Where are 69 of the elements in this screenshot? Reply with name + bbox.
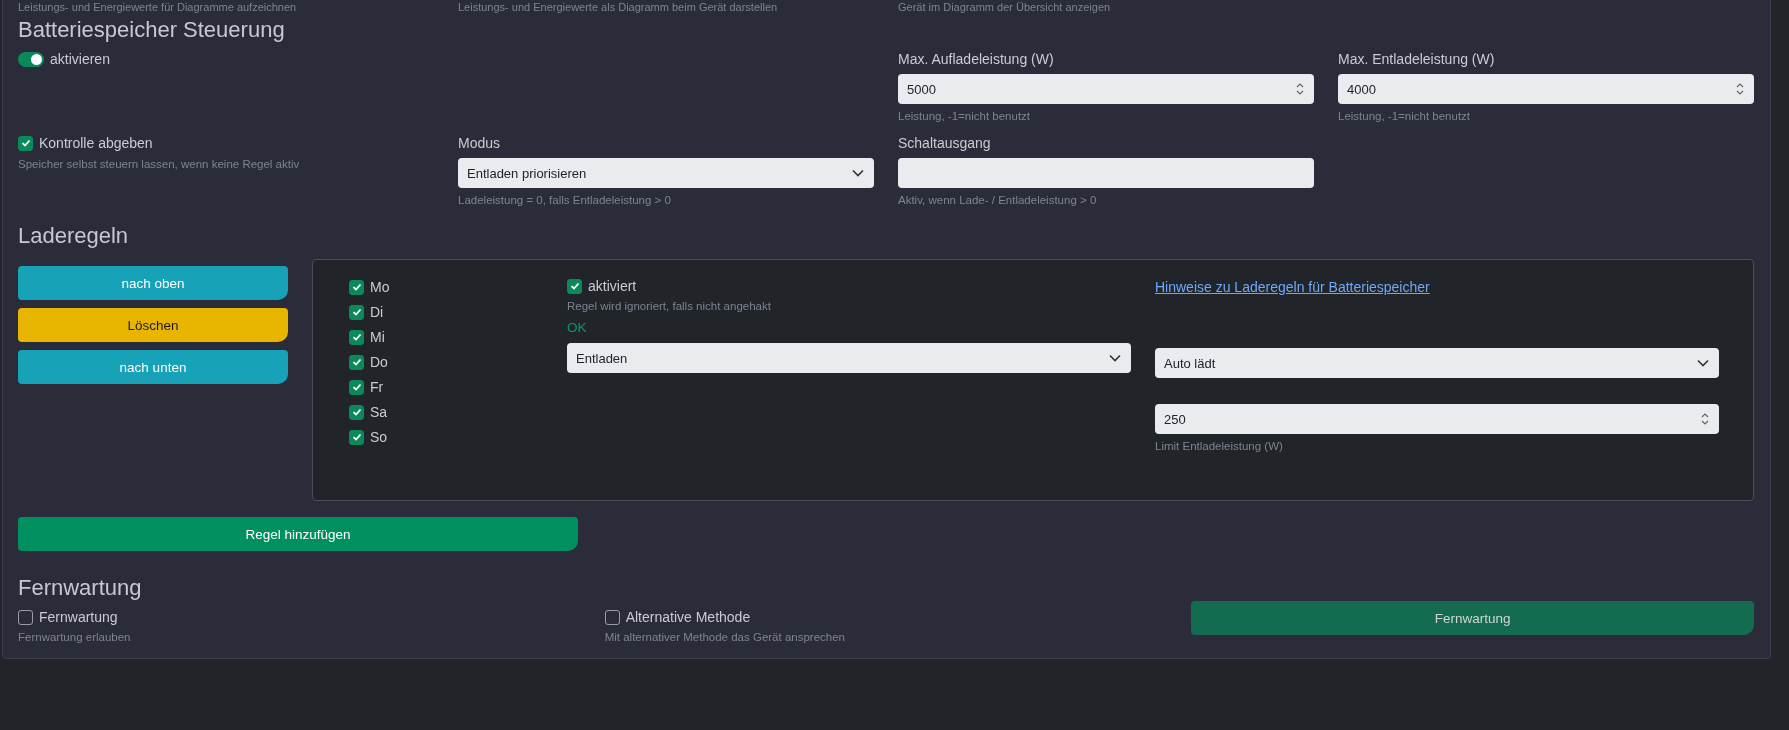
- hint-text: Gerät im Diagramm der Übersicht anzeigen: [898, 1, 1112, 14]
- spinner-arrows-icon: [1296, 82, 1304, 96]
- field-label: Schaltausgang: [898, 135, 992, 152]
- check-icon: [351, 357, 362, 367]
- toggle-switch[interactable]: [18, 51, 44, 67]
- checkbox[interactable]: [349, 404, 364, 420]
- hint-text: Aktiv, wenn Lade- / Entladeleistung > 0: [898, 193, 1098, 207]
- select-dropdown[interactable]: Auto lädt: [1155, 348, 1719, 378]
- chevron-down-icon: [1697, 359, 1709, 367]
- checkbox[interactable]: [349, 329, 364, 345]
- check-icon: [351, 332, 362, 342]
- number-input[interactable]: 5000: [898, 74, 1314, 104]
- day-label: So: [370, 429, 388, 445]
- chevron-down-icon: [852, 169, 864, 177]
- checkbox[interactable]: [604, 609, 620, 625]
- checkbox-label: Alternative Methode: [625, 609, 751, 625]
- check-icon: [351, 432, 362, 442]
- help-link[interactable]: Hinweise zu Laderegeln für Batteriespeicher: [1155, 279, 1430, 295]
- hint-text: Speicher selbst steuern lassen, wenn keine Regel aktiv: [18, 157, 301, 171]
- checkbox[interactable]: [567, 278, 582, 294]
- checkbox[interactable]: [349, 429, 364, 445]
- hint-text: Ladeleistung = 0, falls Entladeleistung > 0: [458, 193, 672, 207]
- check-icon: [351, 307, 362, 317]
- day-label: Sa: [370, 404, 388, 420]
- spinner-arrows-icon: [1701, 412, 1709, 426]
- number-input[interactable]: 4000: [1338, 74, 1754, 104]
- checkbox[interactable]: [18, 609, 33, 625]
- field-label: Max. Entladeleistung (W): [1338, 51, 1496, 68]
- hint-text: Leistungs- und Energiewerte für Diagramme aufzeichnen: [18, 1, 298, 14]
- section-heading: Laderegeln: [18, 223, 130, 249]
- delete-button[interactable]: Löschen: [18, 308, 288, 342]
- section-heading: Batteriespeicher Steuerung: [18, 17, 286, 43]
- check-icon: [569, 281, 580, 291]
- number-input[interactable]: 250: [1155, 404, 1719, 434]
- select-dropdown[interactable]: Entladen: [567, 343, 1131, 373]
- check-icon: [351, 382, 362, 392]
- status-text: OK: [567, 320, 588, 335]
- check-icon: [20, 138, 31, 148]
- field-label: Max. Aufladeleistung (W): [898, 51, 1055, 68]
- hint-text: Limit Entladeleistung (W): [1155, 439, 1284, 453]
- field-label: Modus: [458, 135, 502, 152]
- checkbox[interactable]: [18, 135, 33, 151]
- day-label: Di: [370, 304, 384, 320]
- hint-text: Leistungs- und Energiewerte als Diagramm beim Gerät darstellen: [458, 1, 779, 14]
- chevron-down-icon: [1109, 354, 1121, 362]
- checkbox[interactable]: [349, 279, 364, 295]
- section-heading: Fernwartung: [18, 575, 143, 601]
- spinner-arrows-icon: [1736, 82, 1744, 96]
- check-icon: [351, 282, 362, 292]
- hint-text: Regel wird ignoriert, falls nicht angehakt: [567, 299, 772, 313]
- day-label: Mo: [370, 279, 390, 295]
- hint-text: Leistung, -1=nicht benutzt: [1338, 109, 1472, 123]
- checkbox-label: Kontrolle abgeben: [39, 135, 153, 151]
- day-label: Fr: [370, 379, 384, 395]
- hint-text: Fernwartung erlauben: [18, 630, 132, 644]
- add-rule-button[interactable]: Regel hinzufügen: [18, 517, 578, 551]
- hint-text: Mit alternativer Methode das Gerät ansprechen: [604, 630, 846, 644]
- day-label: Do: [370, 354, 388, 370]
- checkbox[interactable]: [349, 354, 364, 370]
- select-dropdown[interactable]: Entladen priorisieren: [458, 158, 874, 188]
- hint-text: Leistung, -1=nicht benutzt: [898, 109, 1032, 123]
- checkbox-label: aktiviert: [588, 278, 637, 294]
- day-label: Mi: [370, 329, 385, 345]
- checkbox[interactable]: [349, 379, 364, 395]
- text-input[interactable]: [898, 158, 1314, 188]
- checkbox[interactable]: [349, 304, 364, 320]
- toggle-label: aktivieren: [50, 51, 110, 67]
- checkbox-label: Fernwartung: [39, 609, 118, 625]
- check-icon: [351, 407, 362, 417]
